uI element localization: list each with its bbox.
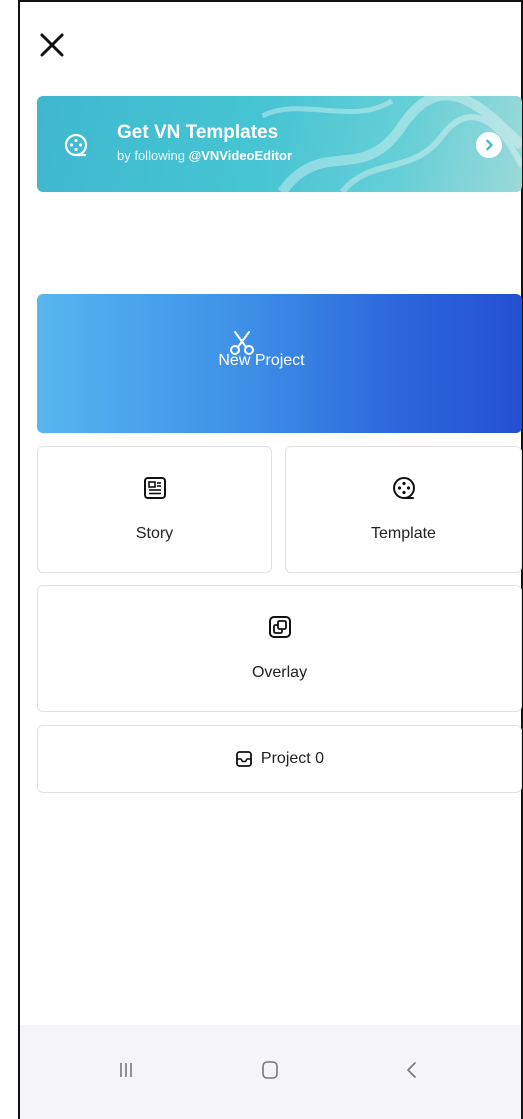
film-reel-icon [64, 133, 88, 157]
banner-subtitle-prefix: by following [117, 148, 185, 163]
overlay-button[interactable]: Overlay [37, 585, 522, 712]
template-label: Template [371, 525, 436, 542]
overlay-icon [268, 616, 291, 638]
back-button[interactable] [392, 1055, 432, 1085]
back-icon [407, 1062, 416, 1078]
project-count-label: Project 0 [260, 750, 325, 767]
story-button[interactable]: Story [37, 446, 272, 573]
chevron-right-icon [486, 139, 493, 151]
close-button[interactable] [37, 30, 67, 60]
templates-banner[interactable]: Get VN Templates by following @VNVideoEd… [37, 96, 522, 192]
film-reel-icon [392, 477, 415, 499]
recents-button[interactable] [106, 1055, 146, 1085]
banner-title: Get VN Templates [117, 122, 279, 143]
document-icon [143, 477, 166, 499]
template-button[interactable]: Template [285, 446, 522, 573]
close-icon [40, 33, 64, 57]
tray-icon [236, 751, 252, 767]
recents-icon [120, 1063, 132, 1077]
new-project-label: New Project [218, 352, 305, 369]
system-navigation-bar [20, 1025, 521, 1119]
overlay-label: Overlay [251, 664, 308, 681]
banner-subtitle: by following @VNVideoEditor [117, 148, 292, 163]
story-label: Story [135, 525, 174, 542]
project-list-button[interactable]: Project 0 [37, 725, 522, 793]
home-icon [262, 1061, 278, 1079]
home-button[interactable] [250, 1055, 290, 1085]
banner-arrow-button[interactable] [476, 132, 502, 158]
banner-handle: @VNVideoEditor [188, 148, 293, 163]
